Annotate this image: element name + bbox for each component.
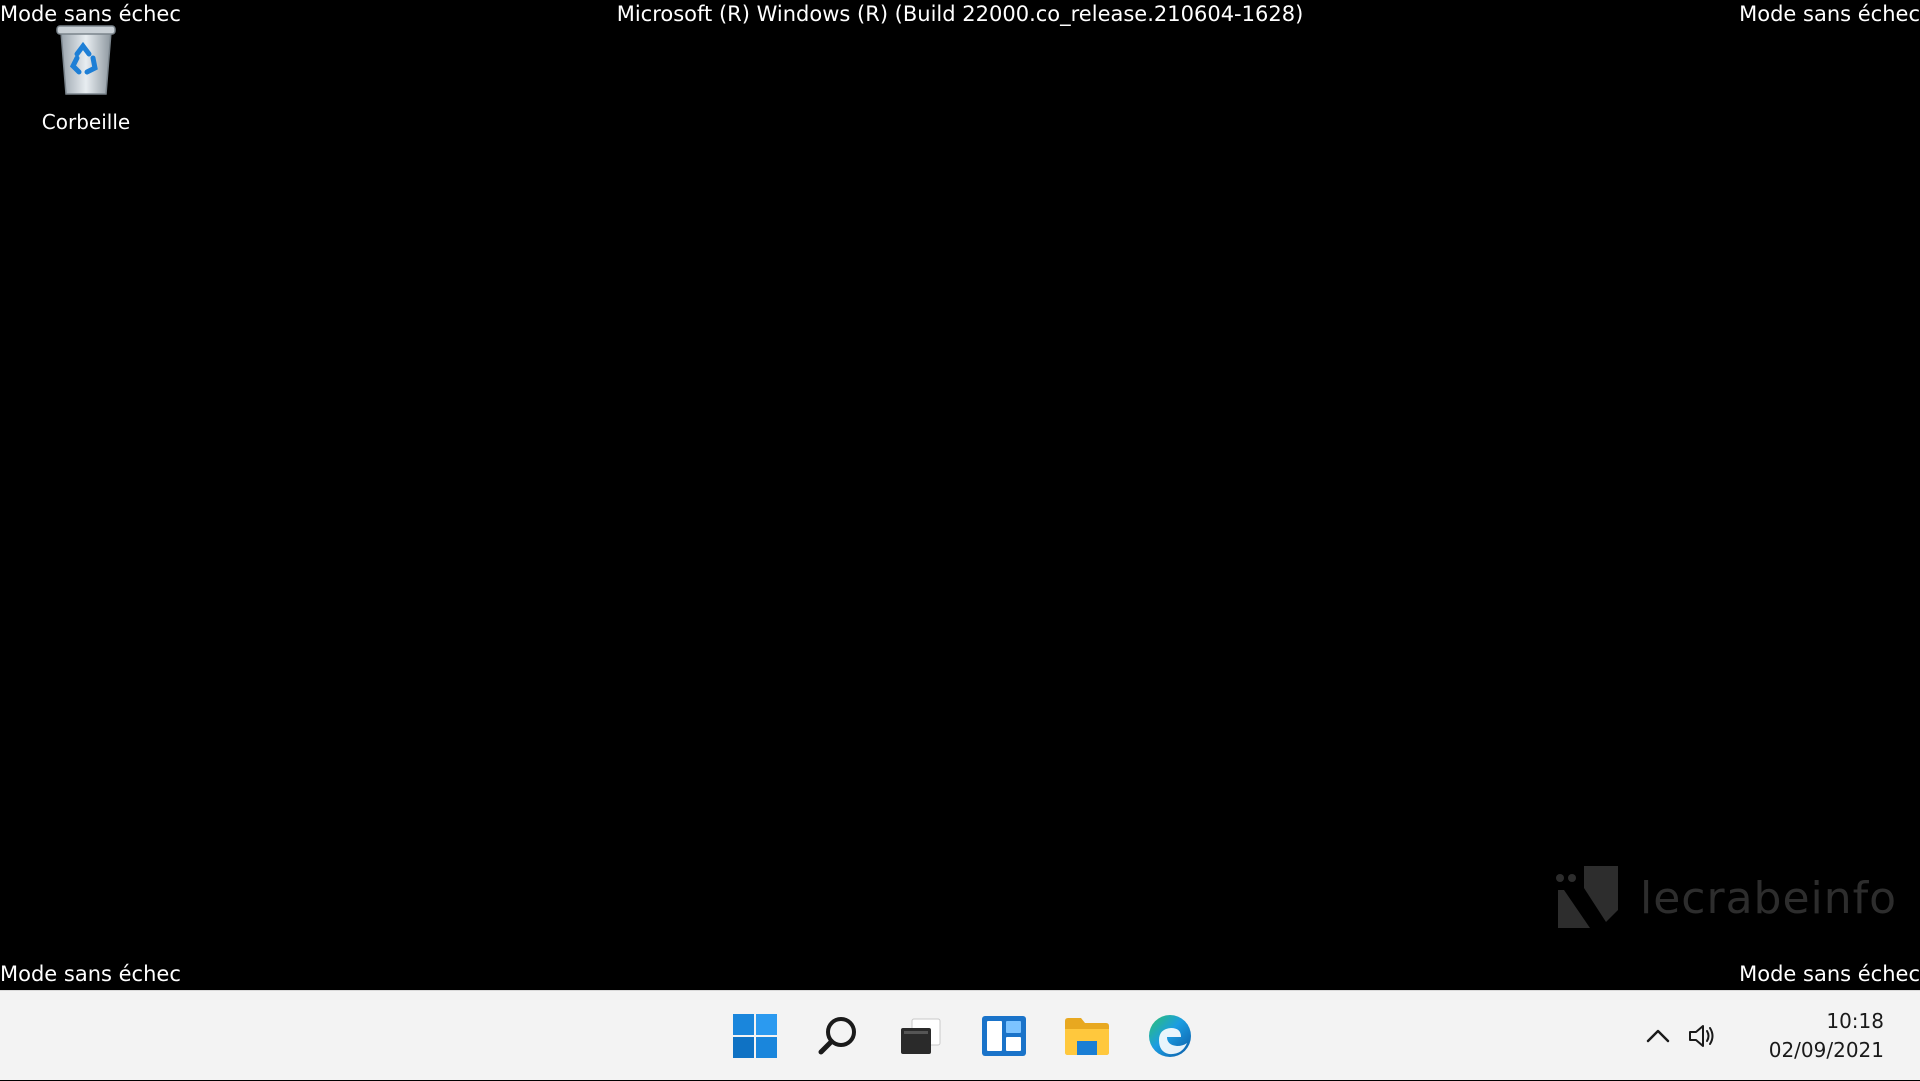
edge-icon [1149, 1015, 1191, 1057]
widgets-icon [982, 1016, 1026, 1056]
folder-icon [1065, 1018, 1109, 1055]
file-explorer-button[interactable] [1057, 1006, 1117, 1066]
desktop-icon-recycle-bin[interactable]: Corbeille [30, 18, 142, 138]
search-icon [818, 1017, 856, 1055]
desktop[interactable]: Mode sans échec Microsoft (R) Windows (R… [0, 0, 1920, 990]
taskbar-apps [725, 991, 1200, 1081]
safe-mode-label-bottom-left: Mode sans échec [0, 962, 181, 986]
task-view-icon [901, 1018, 941, 1054]
clock-time: 10:18 [1826, 1009, 1884, 1033]
safe-mode-label-top-right: Mode sans échec [1739, 2, 1920, 26]
start-button[interactable] [725, 1006, 785, 1066]
widgets-button[interactable] [974, 1006, 1034, 1066]
clock[interactable]: 10:18 02/09/2021 [1734, 1001, 1920, 1071]
search-button[interactable] [808, 1006, 868, 1066]
edge-button[interactable] [1140, 1006, 1200, 1066]
watermark-text: lecrabeinfo [1640, 872, 1898, 924]
speaker-icon [1689, 1025, 1714, 1047]
recycle-bin-icon [56, 25, 116, 95]
show-hidden-icons-button[interactable] [1636, 1011, 1680, 1061]
lecrabeinfo-logo-icon [1556, 866, 1618, 928]
system-tray: 10:18 02/09/2021 [1636, 991, 1920, 1081]
chevron-up-icon [1646, 1029, 1670, 1043]
task-view-button[interactable] [891, 1006, 951, 1066]
taskbar: 10:18 02/09/2021 [0, 990, 1920, 1080]
volume-button[interactable] [1680, 1011, 1724, 1061]
windows-start-icon [733, 1014, 777, 1058]
watermark: lecrabeinfo [1550, 860, 1897, 936]
desktop-icon-label: Corbeille [41, 110, 131, 134]
clock-date: 02/09/2021 [1768, 1038, 1884, 1062]
safe-mode-label-bottom-right: Mode sans échec [1739, 962, 1920, 986]
build-string: Microsoft (R) Windows (R) (Build 22000.c… [616, 2, 1304, 26]
